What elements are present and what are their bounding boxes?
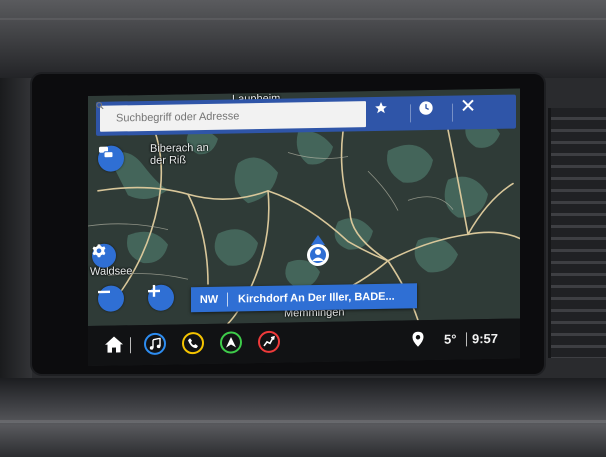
music-icon [149, 337, 161, 350]
minus-icon [98, 290, 110, 294]
plus-icon [148, 284, 160, 297]
map-view[interactable]: Laupheim Biberach an der Riß Waldsee Mem… [88, 88, 520, 326]
location-pin-icon [412, 331, 424, 347]
close-icon [462, 99, 474, 112]
home-button[interactable] [104, 335, 124, 353]
music-app-button[interactable] [144, 332, 166, 356]
location-arrow-icon [307, 234, 329, 266]
navigation-app-button[interactable] [220, 331, 242, 354]
destination-text: Kirchdorf An Der Iller, BADE... [238, 290, 395, 305]
map-label-biberach: Biberach an der Riß [150, 141, 209, 167]
home-icon [105, 336, 123, 353]
map-label-waldsee: Waldsee [90, 265, 133, 278]
outside-temperature: 5° [444, 331, 457, 347]
infotainment-screen: Laupheim Biberach an der Riß Waldsee Mem… [88, 88, 520, 366]
bottom-bar-divider [130, 337, 131, 354]
star-icon [375, 102, 387, 114]
dashboard-bottom [0, 378, 606, 457]
air-vent [548, 108, 606, 358]
destination-banner[interactable]: NW Kirchdorf An Der Iller, BADE... [191, 283, 417, 313]
search-bar-divider [410, 104, 411, 123]
recent-destinations-button[interactable] [418, 100, 444, 126]
favorites-button[interactable] [374, 101, 400, 127]
clock-time: 9:57 [472, 330, 499, 347]
clock-icon [419, 101, 433, 115]
heading-direction: NW [199, 293, 219, 306]
dashboard-top [0, 0, 606, 78]
bottom-app-bar: 5° 9:57 [88, 318, 520, 366]
energy-icon [263, 335, 275, 347]
navigation-icon [226, 337, 236, 348]
location-button[interactable] [412, 331, 424, 347]
search-bar-divider [452, 103, 453, 122]
status-divider [466, 332, 467, 347]
traffic-icon [99, 146, 114, 159]
close-button[interactable] [462, 99, 488, 125]
dashboard-left [0, 78, 32, 378]
gear-icon [92, 244, 106, 258]
phone-icon [188, 338, 198, 349]
energy-app-button[interactable] [258, 330, 280, 354]
banner-divider [227, 292, 228, 307]
phone-app-button[interactable] [182, 331, 204, 355]
search-input[interactable] [100, 101, 366, 132]
search-icon [96, 102, 104, 110]
current-location-marker [305, 234, 331, 269]
